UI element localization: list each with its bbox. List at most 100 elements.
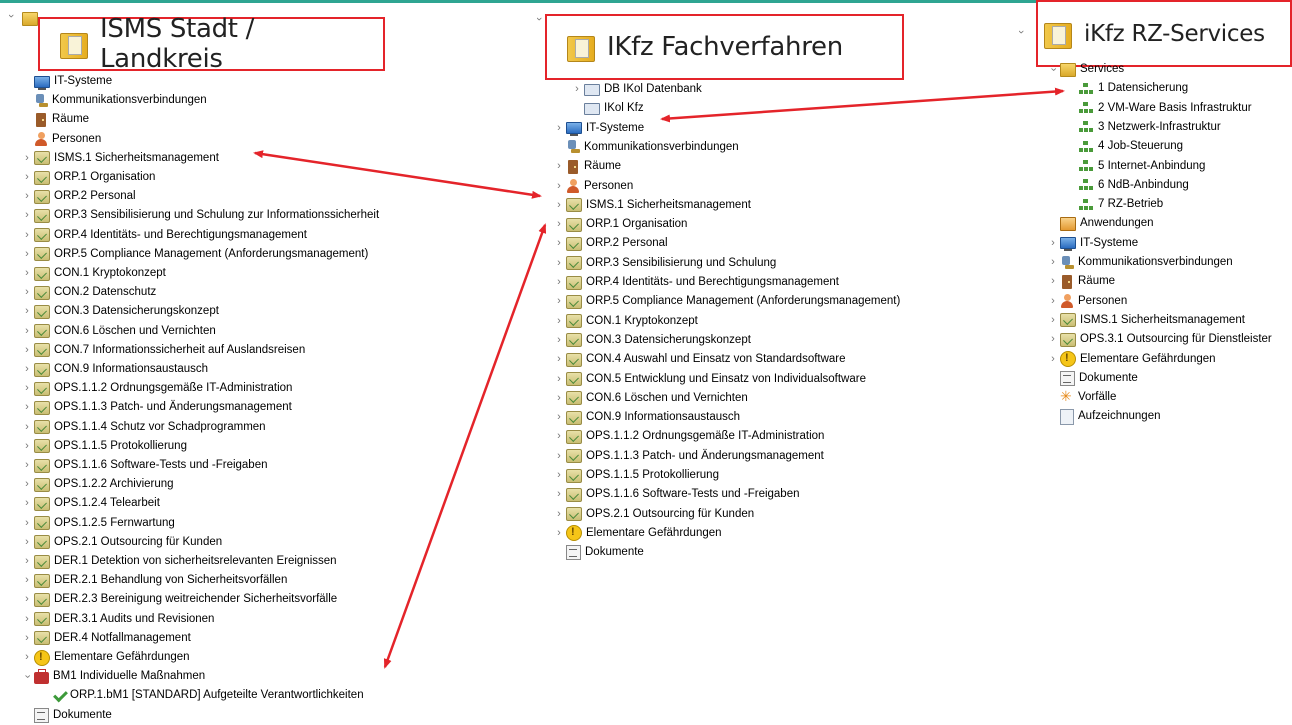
chevron-right-icon[interactable]: › — [552, 485, 566, 504]
chevron-right-icon[interactable]: › — [20, 245, 34, 264]
tree-item[interactable]: Dokumente — [552, 543, 644, 562]
tree-item[interactable]: › Personen — [1046, 292, 1127, 311]
tree-item[interactable]: › ORP.5 Compliance Management (Anforderun… — [552, 292, 900, 311]
chevron-right-icon[interactable]: › — [570, 80, 584, 99]
chevron-right-icon[interactable]: › — [20, 418, 34, 437]
tree-item[interactable]: › OPS.1.1.4 Schutz vor Schadprogrammen — [20, 418, 266, 437]
tree-item[interactable]: IKol Kfz — [570, 99, 644, 118]
tree-item[interactable]: Anwendungen — [1046, 214, 1154, 233]
chevron-right-icon[interactable]: › — [552, 196, 566, 215]
chevron-right-icon[interactable]: › — [20, 187, 34, 206]
chevron-right-icon[interactable]: › — [552, 312, 566, 331]
chevron-right-icon[interactable]: › — [1046, 350, 1060, 369]
chevron-right-icon[interactable]: › — [552, 389, 566, 408]
tree-item[interactable]: 2 VM-Ware Basis Infrastruktur — [1064, 99, 1252, 118]
tree-item[interactable]: › OPS.1.1.2 Ordnungsgemäße IT-Administrat… — [552, 427, 824, 446]
tree-item[interactable]: › CON.6 Löschen und Vernichten — [552, 389, 748, 408]
tree-item[interactable]: ORP.1.bM1 [STANDARD] Aufgeteilte Verantw… — [38, 686, 364, 705]
tree-item[interactable]: › ORP.2 Personal — [20, 187, 136, 206]
chevron-right-icon[interactable]: › — [20, 475, 34, 494]
tree-item[interactable]: › BM1 Individuelle Maßnahmen — [20, 667, 205, 686]
tree-item[interactable]: › OPS.1.1.6 Software-Tests und -Freigaben — [552, 485, 800, 504]
tree-item[interactable]: › ORP.5 Compliance Management (Anforderun… — [20, 245, 368, 264]
tree-item[interactable]: › DB IKol Datenbank — [570, 80, 702, 99]
chevron-right-icon[interactable]: › — [20, 494, 34, 513]
tree-item[interactable]: IT-Systeme — [20, 72, 112, 91]
chevron-down-icon[interactable]: › — [5, 9, 17, 23]
chevron-right-icon[interactable]: › — [552, 119, 566, 138]
tree-item[interactable]: › IT-Systeme — [1046, 234, 1138, 253]
chevron-right-icon[interactable]: › — [20, 514, 34, 533]
tree-item[interactable]: › CON.6 Löschen und Vernichten — [20, 322, 216, 341]
tree-item[interactable]: › CON.3 Datensicherungskonzept — [20, 302, 219, 321]
chevron-right-icon[interactable]: › — [552, 177, 566, 196]
chevron-right-icon[interactable]: › — [1046, 272, 1060, 291]
tree-item[interactable]: › Räume — [1046, 272, 1115, 291]
tree-item[interactable]: › CON.1 Kryptokonzept — [552, 312, 698, 331]
tree-item[interactable]: › CON.9 Informationsaustausch — [20, 360, 208, 379]
tree-item[interactable]: › CON.1 Kryptokonzept — [20, 264, 166, 283]
tree-item[interactable]: › CON.5 Entwicklung und Einsatz von Indiv… — [552, 370, 866, 389]
chevron-right-icon[interactable]: › — [552, 427, 566, 446]
tree-root-title[interactable]: IKfz Fachverfahren — [607, 32, 843, 62]
chevron-right-icon[interactable]: › — [20, 456, 34, 475]
chevron-right-icon[interactable]: › — [552, 157, 566, 176]
chevron-right-icon[interactable]: › — [552, 408, 566, 427]
chevron-right-icon[interactable]: › — [20, 226, 34, 245]
tree-item[interactable]: › OPS.1.1.3 Patch- und Änderungsmanagemen… — [552, 447, 824, 466]
tree-item[interactable]: › OPS.1.1.6 Software-Tests und -Freigaben — [20, 456, 268, 475]
tree-item[interactable]: › ORP.1 Organisation — [20, 168, 155, 187]
tree-item[interactable]: Dokumente — [20, 706, 112, 725]
tree-item[interactable]: › ISMS.1 Sicherheitsmanagement — [1046, 311, 1245, 330]
chevron-right-icon[interactable]: › — [552, 234, 566, 253]
tree-item[interactable]: › ORP.4 Identitäts- und Berechtigungsmana… — [20, 226, 307, 245]
tree-item[interactable]: Aufzeichnungen — [1046, 407, 1160, 426]
tree-item[interactable]: › DER.3.1 Audits und Revisionen — [20, 610, 214, 629]
tree-item[interactable]: › OPS.1.1.2 Ordnungsgemäße IT-Administrat… — [20, 379, 292, 398]
tree-item[interactable]: › OPS.1.2.5 Fernwartung — [20, 514, 175, 533]
tree-item[interactable]: 3 Netzwerk-Infrastruktur — [1064, 118, 1221, 137]
tree-item[interactable]: › Elementare Gefährdungen — [1046, 349, 1215, 369]
chevron-right-icon[interactable]: › — [1046, 311, 1060, 330]
tree-item[interactable]: › ORP.1 Organisation — [552, 215, 687, 234]
tree-item[interactable]: › IT-Systeme — [552, 119, 644, 138]
chevron-right-icon[interactable]: › — [20, 168, 34, 187]
chevron-right-icon[interactable]: › — [552, 254, 566, 273]
tree-item[interactable]: 1 Datensicherung — [1064, 79, 1188, 98]
chevron-right-icon[interactable]: › — [20, 341, 34, 360]
chevron-right-icon[interactable]: › — [20, 149, 34, 168]
tree-item[interactable]: › Services — [1046, 60, 1124, 79]
tree-item[interactable]: Kommunikationsverbindungen — [20, 91, 207, 110]
tree-item[interactable]: 4 Job-Steuerung — [1064, 137, 1183, 156]
chevron-right-icon[interactable]: › — [552, 505, 566, 524]
tree-item[interactable]: 7 RZ-Betrieb — [1064, 195, 1163, 214]
chevron-right-icon[interactable]: › — [20, 302, 34, 321]
chevron-right-icon[interactable]: › — [1046, 234, 1060, 253]
tree-item[interactable]: › Elementare Gefährdungen — [20, 648, 189, 667]
chevron-right-icon[interactable]: › — [20, 533, 34, 552]
tree-item[interactable]: › OPS.1.1.5 Protokollierung — [552, 466, 719, 485]
chevron-right-icon[interactable]: › — [552, 466, 566, 485]
tree-item[interactable]: › CON.9 Informationsaustausch — [552, 408, 740, 427]
chevron-right-icon[interactable]: › — [20, 379, 34, 398]
chevron-right-icon[interactable]: › — [20, 283, 34, 302]
tree-item[interactable]: › CON.3 Datensicherungskonzept — [552, 331, 751, 350]
chevron-right-icon[interactable]: › — [20, 629, 34, 648]
chevron-down-icon[interactable]: › — [533, 12, 545, 26]
chevron-right-icon[interactable]: › — [20, 437, 34, 456]
tree-item[interactable]: › OPS.2.1 Outsourcing für Kunden — [552, 505, 754, 524]
tree-item[interactable]: › DER.2.1 Behandlung von Sicherheitsvorfä… — [20, 571, 287, 590]
tree-item[interactable]: › CON.4 Auswahl und Einsatz von Standards… — [552, 350, 846, 369]
tree-item[interactable]: › Personen — [552, 177, 633, 196]
chevron-right-icon[interactable]: › — [1046, 292, 1060, 311]
chevron-right-icon[interactable]: › — [20, 648, 34, 667]
tree-item[interactable]: › OPS.1.1.5 Protokollierung — [20, 437, 187, 456]
chevron-right-icon[interactable]: › — [20, 552, 34, 571]
chevron-right-icon[interactable]: › — [1046, 330, 1060, 349]
tree-item[interactable]: Dokumente — [1046, 369, 1138, 388]
tree-item[interactable]: › CON.7 Informationssicherheit auf Auslan… — [20, 341, 305, 360]
tree-item[interactable]: › ORP.4 Identitäts- und Berechtigungsmana… — [552, 273, 839, 292]
chevron-right-icon[interactable]: › — [552, 370, 566, 389]
tree-item[interactable]: › ISMS.1 Sicherheitsmanagement — [20, 149, 219, 168]
tree-item[interactable]: › ORP.2 Personal — [552, 234, 668, 253]
